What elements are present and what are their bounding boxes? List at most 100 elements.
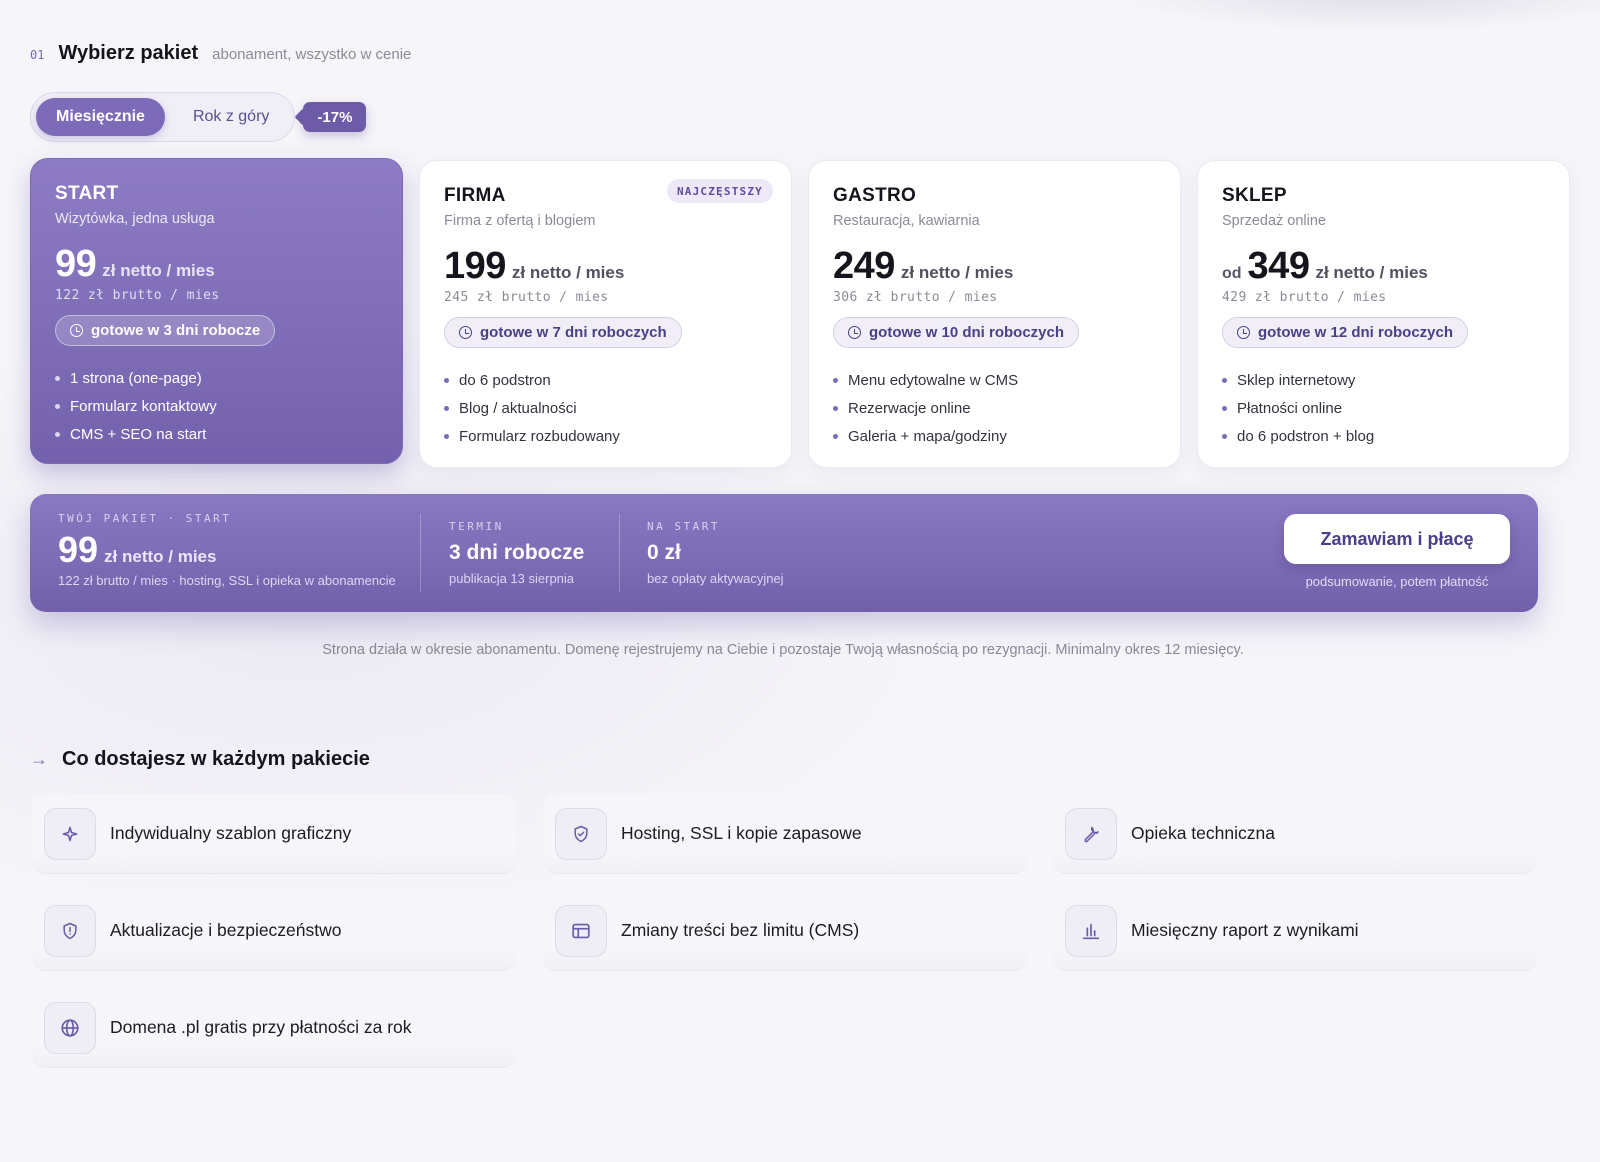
plan-price-prefix: od bbox=[1222, 265, 1242, 282]
plan-price-unit: zł netto / mies bbox=[511, 263, 625, 282]
included-title: Co dostajesz w każdym pakiecie bbox=[62, 748, 370, 770]
plan-feature-label: Sklep internetowy bbox=[1237, 371, 1356, 389]
plan-ready-pill: gotowe w 12 dni roboczych bbox=[1222, 317, 1469, 348]
plan-ready-label: gotowe w 7 dni roboczych bbox=[480, 324, 667, 341]
summary-divider bbox=[420, 514, 421, 592]
plan-price-unit: zł netto / mies bbox=[102, 261, 215, 280]
layout-icon bbox=[555, 904, 607, 957]
plan-feature-label: 1 strona (one-page) bbox=[70, 369, 202, 387]
billing-yearly-button[interactable]: Rok z góry bbox=[173, 98, 289, 136]
bullet-icon bbox=[833, 377, 838, 383]
plan-feature: Blog / aktualności bbox=[444, 394, 767, 422]
included-item: Hosting, SSL i kopie zapasowe bbox=[543, 794, 1027, 874]
plan-feature: CMS + SEO na start bbox=[55, 420, 378, 448]
plan-feature: Płatności online bbox=[1222, 394, 1545, 422]
plan-feature: Formularz rozbudowany bbox=[444, 422, 767, 450]
plan-price: 99 zł netto / mies bbox=[55, 243, 378, 286]
plan-ready-label: gotowe w 12 dni roboczych bbox=[1258, 324, 1454, 341]
plan-feature-label: Menu edytowalne w CMS bbox=[848, 371, 1019, 389]
sparkle-icon bbox=[44, 807, 96, 860]
included-item-label: Opieka techniczna bbox=[1131, 823, 1275, 843]
clock-icon bbox=[70, 324, 83, 337]
plan-feature: do 6 podstron bbox=[444, 366, 767, 394]
bullet-icon bbox=[444, 377, 449, 383]
plan-feature-label: Formularz kontaktowy bbox=[70, 397, 217, 415]
included-item: Miesięczny raport z wynikami bbox=[1053, 891, 1537, 971]
plan-feature-label: do 6 podstron bbox=[459, 371, 551, 389]
order-note: podsumowanie, potem płatność bbox=[1305, 574, 1489, 589]
included-item: Opieka techniczna bbox=[1053, 794, 1537, 874]
included-item: Domena .pl gratis przy płatności za rok bbox=[32, 988, 516, 1068]
summary-price: 99 zł netto / mies bbox=[58, 529, 396, 571]
plan-price-value: 249 bbox=[833, 245, 895, 287]
plan-feature-label: do 6 podstron + blog bbox=[1237, 427, 1375, 445]
plan-feature: Rezerwacje online bbox=[833, 394, 1156, 422]
plan-price-gross: 245 zł brutto / mies bbox=[444, 290, 609, 305]
globe-icon bbox=[44, 1001, 96, 1054]
included-item: Aktualizacje i bezpieczeństwo bbox=[32, 891, 516, 971]
summary-term: TERMIN 3 dni robocze publikacja 13 sierp… bbox=[449, 494, 584, 612]
summary-start-label: NA START bbox=[647, 520, 720, 533]
bullet-icon bbox=[833, 433, 838, 439]
plan-feature-label: Formularz rozbudowany bbox=[459, 427, 620, 445]
plan-description: Restauracja, kawiarnia bbox=[833, 213, 980, 229]
plan-ready-pill: gotowe w 10 dni roboczych bbox=[833, 317, 1080, 348]
plan-name: GASTRO bbox=[833, 185, 917, 206]
bullet-icon bbox=[55, 403, 60, 409]
included-item-label: Aktualizacje i bezpieczeństwo bbox=[110, 920, 342, 940]
plan-price-gross: 306 zł brutto / mies bbox=[833, 290, 998, 305]
plan-cards: START Wizytówka, jedna usługa 99 zł nett… bbox=[30, 158, 1570, 468]
plan-price-gross: 429 zł brutto / mies bbox=[1222, 290, 1387, 305]
included-item-label: Indywidualny szablon graficzny bbox=[110, 823, 352, 843]
summary-package-label: TWÓJ PAKIET · START bbox=[58, 512, 232, 525]
included-item-label: Zmiany treści bez limitu (CMS) bbox=[621, 920, 860, 940]
summary-price-unit: zł netto / mies bbox=[104, 547, 217, 566]
arrow-right-icon: → bbox=[30, 749, 48, 769]
plan-description: Firma z ofertą i blogiem bbox=[444, 213, 596, 229]
plan-card-gastro[interactable]: GASTRO Restauracja, kawiarnia 249 zł net… bbox=[808, 160, 1181, 468]
plan-description: Sprzedaż online bbox=[1222, 213, 1326, 229]
plan-feature: Sklep internetowy bbox=[1222, 366, 1545, 394]
order-button[interactable]: Zamawiam i płacę bbox=[1284, 514, 1510, 564]
plan-card-sklep[interactable]: SKLEP Sprzedaż online od 349 zł netto / … bbox=[1197, 160, 1570, 468]
plan-features: Sklep internetowy Płatności online do 6 … bbox=[1222, 366, 1545, 450]
clock-icon bbox=[848, 326, 861, 339]
plan-feature: Formularz kontaktowy bbox=[55, 392, 378, 420]
plan-feature: Menu edytowalne w CMS bbox=[833, 366, 1156, 394]
billing-monthly-button[interactable]: Miesięcznie bbox=[36, 98, 165, 136]
section-number: 01 bbox=[30, 48, 45, 62]
plan-feature-label: Rezerwacje online bbox=[848, 399, 971, 417]
plan-price-value: 99 bbox=[55, 243, 97, 285]
bullet-icon bbox=[444, 433, 449, 439]
plan-description: Wizytówka, jedna usługa bbox=[55, 211, 215, 227]
popular-badge: NAJCZĘSTSZY bbox=[666, 179, 773, 203]
summary-package: TWÓJ PAKIET · START 99 zł netto / mies 1… bbox=[58, 494, 396, 612]
summary-term-label: TERMIN bbox=[449, 520, 504, 533]
plan-feature-label: Galeria + mapa/godziny bbox=[848, 427, 1007, 445]
plan-features: Menu edytowalne w CMS Rezerwacje online … bbox=[833, 366, 1156, 450]
subscription-disclaimer: Strona działa w okresie abonamentu. Dome… bbox=[322, 642, 1244, 658]
plan-card-start[interactable]: START Wizytówka, jedna usługa 99 zł nett… bbox=[30, 158, 403, 464]
plan-price-value: 349 bbox=[1247, 245, 1310, 287]
bullet-icon bbox=[1222, 433, 1227, 439]
included-item-label: Hosting, SSL i kopie zapasowe bbox=[621, 823, 862, 843]
wrench-icon bbox=[1065, 807, 1117, 860]
bullet-icon bbox=[1222, 377, 1227, 383]
plan-price-gross: 122 zł brutto / mies bbox=[55, 288, 220, 303]
plan-feature-label: Płatności online bbox=[1237, 399, 1343, 417]
plan-ready-pill: gotowe w 7 dni roboczych bbox=[444, 317, 682, 348]
included-header: → Co dostajesz w każdym pakiecie bbox=[30, 748, 370, 771]
plan-feature: do 6 podstron + blog bbox=[1222, 422, 1545, 450]
plan-feature: Galeria + mapa/godziny bbox=[833, 422, 1156, 450]
summary-start-value: 0 zł bbox=[647, 541, 681, 564]
plan-features: 1 strona (one-page) Formularz kontaktowy… bbox=[55, 364, 378, 448]
plan-price-unit: zł netto / mies bbox=[900, 263, 1014, 282]
summary-start-note: bez opłaty aktywacyjnej bbox=[647, 571, 784, 586]
bullet-icon bbox=[444, 405, 449, 411]
included-item-label: Domena .pl gratis przy płatności za rok bbox=[110, 1017, 412, 1037]
plan-card-firma[interactable]: NAJCZĘSTSZY FIRMA Firma z ofertą i blogi… bbox=[419, 160, 792, 468]
included-item-label: Miesięczny raport z wynikami bbox=[1131, 920, 1359, 940]
shield-alert-icon bbox=[44, 904, 96, 957]
summary-divider bbox=[619, 514, 620, 592]
included-item: Zmiany treści bez limitu (CMS) bbox=[543, 891, 1027, 971]
